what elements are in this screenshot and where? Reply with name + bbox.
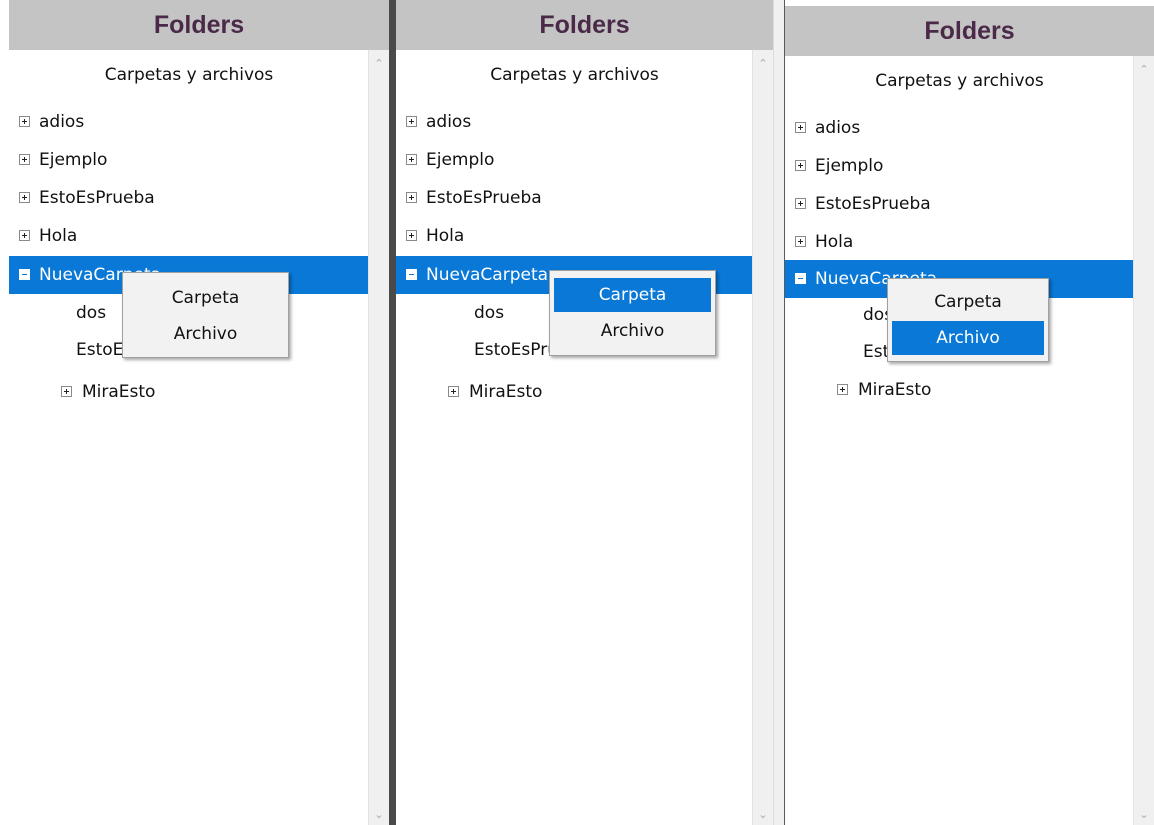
context-menu: Carpeta Archivo bbox=[549, 270, 716, 356]
plus-icon[interactable] bbox=[795, 122, 806, 133]
tree-node-estoesprueba[interactable]: EstoEsPrueba bbox=[785, 185, 1134, 223]
plus-icon[interactable] bbox=[406, 192, 417, 203]
plus-icon[interactable] bbox=[61, 386, 72, 397]
tree-title: Carpetas y archivos bbox=[104, 65, 274, 85]
vertical-scrollbar[interactable]: ⌃ ⌄ bbox=[368, 50, 389, 825]
chevron-up-icon[interactable]: ⌃ bbox=[1134, 60, 1154, 80]
plus-icon[interactable] bbox=[19, 192, 30, 203]
vertical-scrollbar[interactable]: ⌃ ⌄ bbox=[1133, 56, 1154, 825]
context-menu: Carpeta Archivo bbox=[122, 272, 289, 358]
tree-node-label: MiraEsto bbox=[82, 382, 156, 402]
chevron-down-icon[interactable]: ⌄ bbox=[753, 805, 773, 825]
tree-node-label: Hola bbox=[426, 226, 465, 246]
tree-node-label: Ejemplo bbox=[815, 156, 884, 176]
menu-item-archivo[interactable]: Archivo bbox=[127, 317, 284, 351]
chevron-up-icon[interactable]: ⌃ bbox=[753, 54, 773, 74]
folder-panel-1: Folders Carpetas y archivos adios Ejempl… bbox=[9, 0, 389, 825]
panel-header: Folders bbox=[396, 0, 773, 50]
plus-icon[interactable] bbox=[406, 116, 417, 127]
context-menu: Carpeta Archivo bbox=[887, 278, 1049, 362]
tree-node-adios[interactable]: adios bbox=[9, 103, 369, 141]
panel-header: Folders bbox=[785, 6, 1154, 56]
tree-node-label: MiraEsto bbox=[469, 382, 543, 402]
panel-divider bbox=[389, 0, 396, 825]
plus-icon[interactable] bbox=[795, 198, 806, 209]
chevron-down-icon[interactable]: ⌄ bbox=[1134, 805, 1154, 825]
plus-icon[interactable] bbox=[795, 160, 806, 171]
tree-node-estoesprueba[interactable]: EstoEsPrueba bbox=[396, 179, 753, 217]
tree-node-hola[interactable]: Hola bbox=[785, 223, 1134, 261]
plus-icon[interactable] bbox=[448, 386, 459, 397]
tree-node-ejemplo[interactable]: Ejemplo bbox=[9, 141, 369, 179]
tree-node-label: Hola bbox=[39, 226, 78, 246]
menu-item-carpeta[interactable]: Carpeta bbox=[892, 285, 1044, 319]
tree-node-label: adios bbox=[426, 112, 472, 132]
folder-panel-2: Folders Carpetas y archivos adios Ejempl… bbox=[396, 0, 773, 825]
tree-node-estoesprueba[interactable]: EstoEsPrueba bbox=[9, 179, 369, 217]
tree-title: Carpetas y archivos bbox=[875, 71, 1044, 91]
plus-icon[interactable] bbox=[837, 384, 848, 395]
tree-node-ejemplo[interactable]: Ejemplo bbox=[785, 147, 1134, 185]
minus-icon[interactable] bbox=[19, 269, 30, 280]
plus-icon[interactable] bbox=[406, 230, 417, 241]
tree-node-hola[interactable]: Hola bbox=[9, 217, 369, 255]
plus-icon[interactable] bbox=[19, 116, 30, 127]
tree-node-label: Hola bbox=[815, 232, 854, 252]
tree-node-miraesto[interactable]: MiraEsto bbox=[396, 373, 753, 411]
plus-icon[interactable] bbox=[406, 154, 417, 165]
plus-icon[interactable] bbox=[19, 154, 30, 165]
panel-divider bbox=[773, 0, 785, 825]
tree-node-label: EstoEsPrueba bbox=[426, 188, 542, 208]
tree-node-label: dos bbox=[76, 303, 107, 323]
tree-node-adios[interactable]: adios bbox=[785, 109, 1134, 147]
vertical-scrollbar[interactable]: ⌃ ⌄ bbox=[752, 50, 773, 825]
tree-node-label: Ejemplo bbox=[39, 150, 108, 170]
menu-item-archivo[interactable]: Archivo bbox=[892, 321, 1044, 355]
menu-item-carpeta[interactable]: Carpeta bbox=[127, 281, 284, 315]
folder-tree[interactable]: Carpetas y archivos adios Ejemplo EstoEs… bbox=[396, 50, 753, 825]
chevron-up-icon[interactable]: ⌃ bbox=[369, 54, 389, 74]
folder-tree[interactable]: Carpetas y archivos adios Ejemplo EstoEs… bbox=[785, 56, 1134, 825]
plus-icon[interactable] bbox=[795, 236, 806, 247]
tree-node-label: dos bbox=[474, 303, 505, 323]
tree-title: Carpetas y archivos bbox=[490, 65, 659, 85]
tree-node-adios[interactable]: adios bbox=[396, 103, 753, 141]
plus-icon[interactable] bbox=[19, 230, 30, 241]
tree-node-miraesto[interactable]: MiraEsto bbox=[785, 371, 1134, 409]
folder-panel-3: Folders Carpetas y archivos adios Ejempl… bbox=[785, 2, 1154, 825]
menu-item-archivo[interactable]: Archivo bbox=[554, 314, 711, 348]
menu-item-carpeta[interactable]: Carpeta bbox=[554, 278, 711, 312]
panel-header: Folders bbox=[9, 0, 389, 50]
tree-node-miraesto[interactable]: MiraEsto bbox=[9, 373, 369, 411]
tree-node-label: adios bbox=[39, 112, 85, 132]
tree-node-hola[interactable]: Hola bbox=[396, 217, 753, 255]
folder-tree[interactable]: Carpetas y archivos adios Ejemplo EstoEs… bbox=[9, 50, 369, 825]
tree-node-label: MiraEsto bbox=[858, 380, 932, 400]
tree-node-ejemplo[interactable]: Ejemplo bbox=[396, 141, 753, 179]
tree-node-label: Ejemplo bbox=[426, 150, 495, 170]
tree-node-label: EstoEsPrueba bbox=[39, 188, 155, 208]
minus-icon[interactable] bbox=[406, 269, 417, 280]
chevron-down-icon[interactable]: ⌄ bbox=[369, 805, 389, 825]
tree-node-label: NuevaCarpeta bbox=[426, 265, 549, 285]
tree-node-label: EstoEsPrueba bbox=[815, 194, 931, 214]
minus-icon[interactable] bbox=[795, 273, 806, 284]
tree-node-label: adios bbox=[815, 118, 861, 138]
